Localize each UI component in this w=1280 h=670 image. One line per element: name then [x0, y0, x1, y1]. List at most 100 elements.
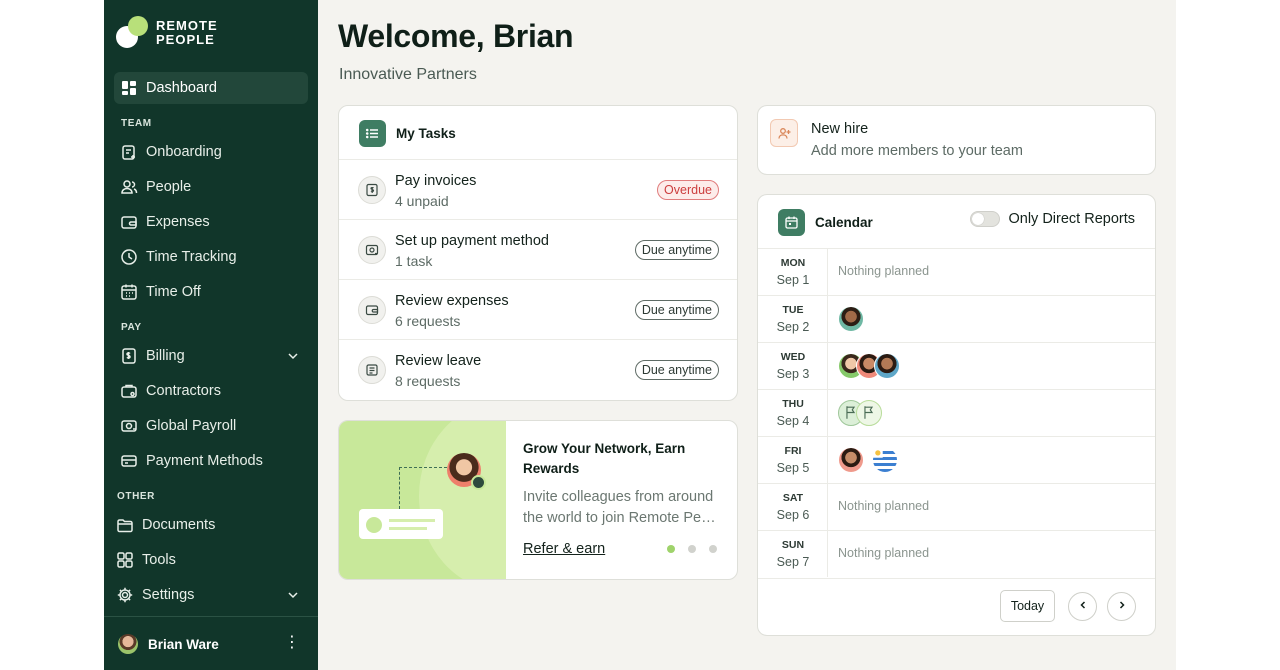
- sidebar-item-documents[interactable]: Documents: [110, 509, 304, 541]
- sidebar-item-label: People: [146, 179, 192, 195]
- section-pay: PAY: [121, 322, 142, 333]
- status-badge: Due anytime: [634, 360, 719, 380]
- sidebar-item-time-off[interactable]: Time Off: [114, 276, 308, 308]
- direct-reports-toggle[interactable]: Only Direct Reports: [970, 211, 1135, 227]
- sidebar-item-label: Billing: [146, 348, 185, 364]
- clock-icon: [120, 248, 138, 266]
- today-button[interactable]: Today: [1000, 590, 1055, 622]
- chevron-left-icon: [1077, 599, 1089, 614]
- person-avatar[interactable]: [838, 306, 864, 332]
- sidebar-item-expenses[interactable]: Expenses: [114, 206, 308, 238]
- payroll-icon: [120, 417, 138, 435]
- section-other: OTHER: [117, 491, 155, 502]
- calendar-day: THU Sep 4: [758, 390, 828, 436]
- toggle-label: Only Direct Reports: [1008, 211, 1135, 227]
- carousel-dot[interactable]: [688, 545, 696, 553]
- day-of-week: FRI: [784, 445, 802, 457]
- task-subtitle: 6 requests: [395, 313, 461, 329]
- list-icon: [359, 120, 386, 147]
- sidebar-item-label: Tools: [142, 552, 176, 568]
- new-hire-card[interactable]: New hire Add more members to your team: [757, 105, 1156, 175]
- sidebar-item-dashboard[interactable]: Dashboard: [114, 72, 308, 104]
- toggle-switch[interactable]: [970, 211, 1001, 227]
- calendar-day: FRI Sep 5: [758, 437, 828, 483]
- logo-text: REMOTE PEOPLE: [156, 19, 218, 46]
- day-date: Sep 4: [776, 414, 810, 428]
- invoice-icon: [358, 176, 386, 204]
- uruguay-flag-icon[interactable]: [872, 447, 898, 473]
- chevron-down-icon[interactable]: [286, 588, 300, 602]
- more-options-icon[interactable]: ⋮: [282, 634, 302, 654]
- sidebar-item-label: Expenses: [146, 214, 210, 230]
- section-team: TEAM: [121, 118, 152, 129]
- clipboard-icon: [120, 143, 138, 161]
- sidebar-item-settings[interactable]: Settings: [110, 579, 308, 611]
- calendar-row: THU Sep 4: [758, 389, 1155, 436]
- refer-and-earn-link[interactable]: Refer & earn: [523, 541, 605, 557]
- referral-body-line-2: the world to join Remote Peo…: [523, 510, 723, 526]
- calendar-day: WED Sep 3: [758, 343, 828, 389]
- dashboard-icon: [120, 79, 138, 97]
- day-of-week: WED: [780, 351, 806, 363]
- sidebar-item-time-tracking[interactable]: Time Tracking: [114, 241, 308, 273]
- task-row-review-expenses[interactable]: Review expenses 6 requests Due anytime: [339, 279, 737, 339]
- avatar: [118, 634, 138, 654]
- leave-icon: [358, 356, 386, 384]
- previous-week-button[interactable]: [1068, 592, 1097, 621]
- carousel-dot[interactable]: [709, 545, 717, 553]
- task-row-review-leave[interactable]: Review leave 8 requests Due anytime: [339, 339, 737, 399]
- calendar-row: SUN Sep 7 Nothing planned: [758, 530, 1155, 577]
- day-date: Sep 6: [776, 508, 810, 522]
- check-icon: [471, 475, 486, 490]
- sidebar-item-billing[interactable]: Billing: [114, 340, 308, 372]
- flag-icon[interactable]: [856, 400, 882, 426]
- sidebar-item-people[interactable]: People: [114, 171, 308, 203]
- company-name: Innovative Partners: [339, 66, 477, 83]
- folder-icon: [116, 516, 134, 534]
- carousel-dots: [667, 545, 717, 553]
- calendar-row: TUE Sep 2: [758, 295, 1155, 342]
- day-of-week: TUE: [782, 304, 804, 316]
- carousel-dot[interactable]: [667, 545, 675, 553]
- sidebar-item-onboarding[interactable]: Onboarding: [114, 136, 308, 168]
- person-avatar[interactable]: [874, 353, 900, 379]
- user-profile[interactable]: Brian Ware ⋮: [118, 632, 308, 656]
- task-subtitle: 4 unpaid: [395, 193, 449, 209]
- task-row-pay-invoices[interactable]: Pay invoices 4 unpaid Overdue: [339, 159, 737, 219]
- sidebar-item-contractors[interactable]: Contractors: [114, 375, 308, 407]
- day-of-week: THU: [782, 398, 804, 410]
- wallet-icon: [358, 296, 386, 324]
- chevron-down-icon[interactable]: [286, 349, 300, 363]
- sidebar-item-label: Dashboard: [146, 80, 217, 96]
- calendar-row: SAT Sep 6 Nothing planned: [758, 483, 1155, 530]
- sidebar-item-label: Payment Methods: [146, 453, 263, 469]
- calendar-icon: [778, 209, 805, 236]
- task-row-set-up-payment-method[interactable]: Set up payment method 1 task Due anytime: [339, 219, 737, 279]
- add-user-icon: [770, 119, 798, 147]
- calendar-title: Calendar: [815, 215, 873, 230]
- sidebar-item-tools[interactable]: Tools: [110, 544, 304, 576]
- grid-icon: [116, 551, 134, 569]
- task-title: Review expenses: [395, 293, 509, 309]
- sidebar-item-label: Documents: [142, 517, 216, 533]
- status-badge: Due anytime: [634, 240, 719, 260]
- calendar-day: SAT Sep 6: [758, 484, 828, 530]
- referral-body-line-1: Invite colleagues from around: [523, 489, 714, 505]
- briefcase-icon: [120, 382, 138, 400]
- person-avatar[interactable]: [838, 447, 864, 473]
- calendar-row: MON Sep 1 Nothing planned: [758, 248, 1155, 295]
- day-date: Sep 2: [776, 320, 810, 334]
- referral-card: Grow Your Network, Earn Rewards Invite c…: [338, 420, 738, 580]
- next-week-button[interactable]: [1107, 592, 1136, 621]
- sidebar-item-payment-methods[interactable]: Payment Methods: [114, 445, 308, 477]
- task-subtitle: 8 requests: [395, 373, 461, 389]
- calendar-day: SUN Sep 7: [758, 531, 828, 577]
- page-title: Welcome, Brian: [338, 18, 574, 54]
- calendar-footer-divider: [758, 578, 1155, 579]
- logo[interactable]: REMOTE PEOPLE: [116, 16, 218, 50]
- day-date: Sep 1: [776, 273, 810, 287]
- new-hire-title: New hire: [811, 121, 869, 137]
- sidebar-item-global-payroll[interactable]: Global Payroll: [114, 410, 308, 442]
- app-frame: REMOTE PEOPLE Dashboard TEAM Onboarding …: [104, 0, 1176, 670]
- my-tasks-header: My Tasks: [359, 120, 456, 147]
